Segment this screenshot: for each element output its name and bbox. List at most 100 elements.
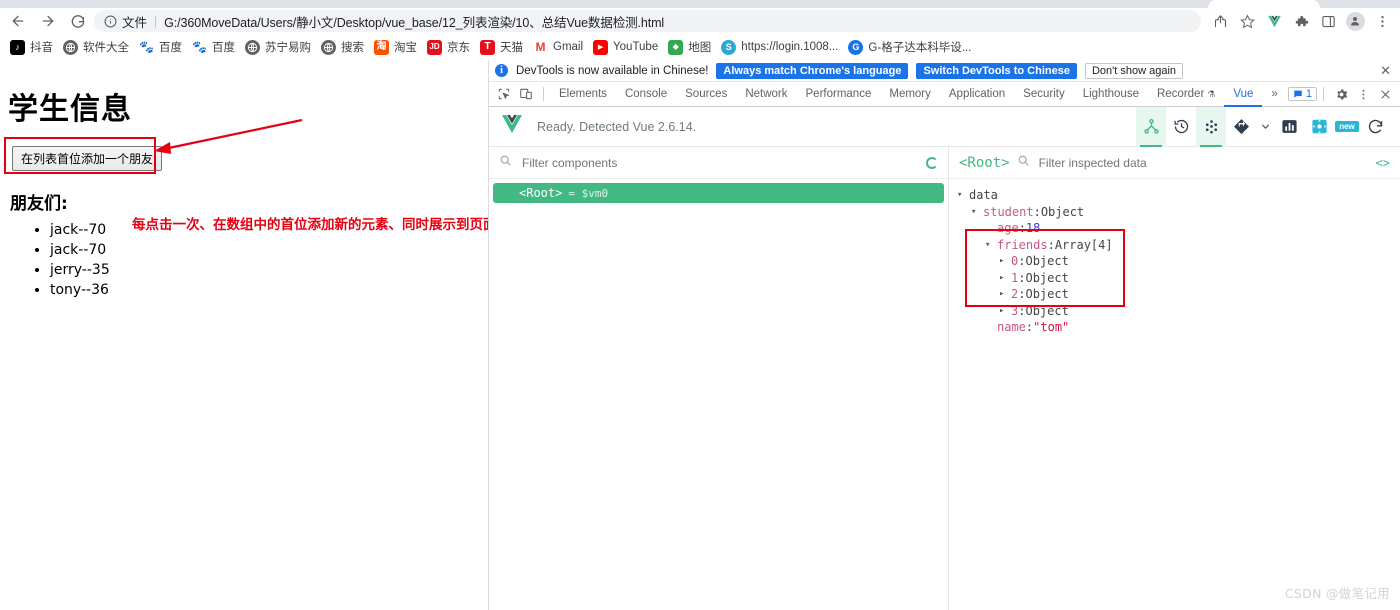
info-circle-icon[interactable]: [104, 15, 117, 28]
close-icon[interactable]: ✕: [1377, 63, 1394, 79]
side-panel-icon[interactable]: [1315, 9, 1341, 33]
forward-icon[interactable]: [34, 9, 62, 33]
bookmark-label: 软件大全: [83, 42, 129, 54]
devtools-panel: i DevTools is now available in Chinese! …: [488, 60, 1400, 610]
filter-inspected-data-input[interactable]: [1036, 154, 1369, 171]
always-match-language-button[interactable]: Always match Chrome's language: [716, 62, 909, 79]
tab-security[interactable]: Security: [1014, 82, 1074, 107]
bookmark-item[interactable]: JD 京东: [423, 37, 476, 57]
bookmark-item[interactable]: 苏宁易购: [241, 37, 317, 57]
settings-gear-icon[interactable]: [1330, 83, 1352, 105]
tab-memory[interactable]: Memory: [880, 82, 940, 107]
extensions-puzzle-icon[interactable]: [1288, 9, 1314, 33]
caret-icon[interactable]: ▾: [957, 187, 965, 204]
tree-row[interactable]: ▸ 0 : Object: [957, 253, 1400, 270]
bookmark-item[interactable]: G G-格子达本科毕设...: [844, 37, 977, 57]
caret-icon[interactable]: ▾: [985, 237, 993, 254]
bookmark-item[interactable]: ▶ YouTube: [589, 38, 664, 57]
tree-row[interactable]: name : "tom": [957, 319, 1400, 336]
component-tree-list: <Root> = $vm0: [489, 179, 948, 203]
bookmark-star-icon[interactable]: [1234, 9, 1260, 33]
settings-gear-icon[interactable]: [1304, 107, 1334, 147]
devtools-close-icon[interactable]: [1374, 83, 1396, 105]
tab-vue[interactable]: Vue: [1224, 82, 1262, 107]
inspected-component-label: <Root>: [959, 154, 1010, 171]
bookmark-item[interactable]: 🐾 百度: [188, 37, 241, 57]
bookmark-item[interactable]: T 天猫: [476, 37, 529, 57]
tab-application[interactable]: Application: [940, 82, 1014, 107]
baidu-icon: 🐾: [192, 39, 207, 55]
tree-sep: :: [1047, 237, 1055, 252]
component-tree-icon[interactable]: [1136, 106, 1166, 147]
profile-avatar-icon[interactable]: [1342, 9, 1368, 33]
bookmark-label: 淘宝: [394, 42, 417, 54]
vue-status-text: Ready. Detected Vue 2.6.14.: [537, 119, 697, 134]
bookmark-item[interactable]: Shttps://login.1008...: [717, 38, 844, 57]
caret-icon[interactable]: ▸: [999, 303, 1007, 320]
vue-devtools-extension-icon[interactable]: [1261, 9, 1287, 33]
tab-elements[interactable]: Elements: [550, 82, 616, 107]
timeline-history-icon[interactable]: [1166, 107, 1196, 147]
bookmark-item[interactable]: ◆ 地图: [664, 37, 717, 57]
caret-icon[interactable]: ▸: [999, 253, 1007, 270]
routes-diamond-icon[interactable]: [1226, 107, 1256, 147]
tree-row[interactable]: ▾ friends : Array[4]: [957, 237, 1400, 254]
tree-row[interactable]: ▾ data: [957, 187, 1400, 204]
banner-message: DevTools is now available in Chinese!: [516, 64, 709, 77]
refresh-icon[interactable]: [1360, 107, 1390, 147]
dont-show-again-button[interactable]: Don't show again: [1084, 62, 1184, 79]
share-icon[interactable]: [1207, 9, 1233, 33]
bookmark-item[interactable]: 淘淘宝: [370, 37, 423, 57]
tree-row[interactable]: ▸ 1 : Object: [957, 270, 1400, 287]
devtools-tab-bar: Elements Console Sources Network Perform…: [489, 82, 1400, 107]
reload-icon[interactable]: [64, 9, 92, 33]
toolbar-icons: [1207, 9, 1400, 33]
caret-icon[interactable]: ▸: [999, 286, 1007, 303]
tree-value: Object: [1025, 254, 1069, 268]
performance-bars-icon[interactable]: [1274, 107, 1304, 147]
tab-sources[interactable]: Sources: [676, 82, 736, 107]
bookmark-label: 抖音: [30, 42, 53, 54]
chevron-down-icon[interactable]: [1256, 107, 1274, 147]
more-tabs-icon[interactable]: »: [1262, 82, 1286, 107]
filter-components-input[interactable]: [520, 154, 918, 171]
tree-key: student: [983, 204, 1034, 219]
url-scheme-label: 文件: [122, 15, 148, 30]
tree-row[interactable]: ▾ student : Object: [957, 204, 1400, 221]
new-badge-icon[interactable]: new: [1334, 107, 1360, 147]
bookmark-item[interactable]: 搜索: [317, 37, 370, 57]
devtools-more-icon[interactable]: [1352, 83, 1374, 105]
bookmark-item[interactable]: 🐾 百度: [135, 37, 188, 57]
bookmark-label: YouTube: [613, 41, 659, 53]
add-friend-button[interactable]: 在列表首位添加一个朋友: [12, 146, 163, 171]
address-bar[interactable]: 文件 | G:/360MoveData/Users/静小文/Desktop/vu…: [94, 10, 1201, 32]
vuex-dots-icon[interactable]: [1196, 106, 1226, 147]
bookmark-label: 搜索: [341, 42, 364, 54]
tab-recorder[interactable]: Recorder ⚗: [1148, 82, 1224, 107]
switch-devtools-to-chinese-button[interactable]: Switch DevTools to Chinese: [916, 62, 1077, 79]
back-icon[interactable]: [4, 9, 32, 33]
bookmark-item[interactable]: M Gmail: [529, 38, 589, 57]
tree-value: Object: [1025, 287, 1069, 301]
bookmark-item[interactable]: ♪ 抖音: [6, 37, 59, 57]
tree-row[interactable]: age : 18: [957, 220, 1400, 237]
caret-icon[interactable]: ▾: [971, 204, 979, 221]
page-viewport: 学生信息 在列表首位添加一个朋友 朋友们: jack--70 jack--70 …: [0, 60, 488, 610]
tree-key: data: [969, 188, 998, 202]
tab-network[interactable]: Network: [736, 82, 796, 107]
active-tab[interactable]: [1208, 0, 1320, 8]
bookmark-item[interactable]: 软件大全: [59, 37, 135, 57]
tab-lighthouse[interactable]: Lighthouse: [1074, 82, 1148, 107]
device-toolbar-icon[interactable]: [515, 83, 537, 105]
tree-row[interactable]: ▸ 3 : Object: [957, 303, 1400, 320]
message-count-badge[interactable]: 1: [1287, 87, 1317, 101]
tab-performance[interactable]: Performance: [797, 82, 881, 107]
tab-console[interactable]: Console: [616, 82, 676, 107]
chrome-menu-icon[interactable]: [1369, 9, 1395, 33]
tree-row[interactable]: ▸ 2 : Object: [957, 286, 1400, 303]
caret-icon[interactable]: ▸: [999, 270, 1007, 287]
component-root-row[interactable]: <Root> = $vm0: [493, 183, 944, 203]
inspect-element-icon[interactable]: [493, 83, 515, 105]
bookmark-label: 京东: [447, 42, 470, 54]
code-view-toggle-icon[interactable]: <>: [1376, 156, 1390, 170]
